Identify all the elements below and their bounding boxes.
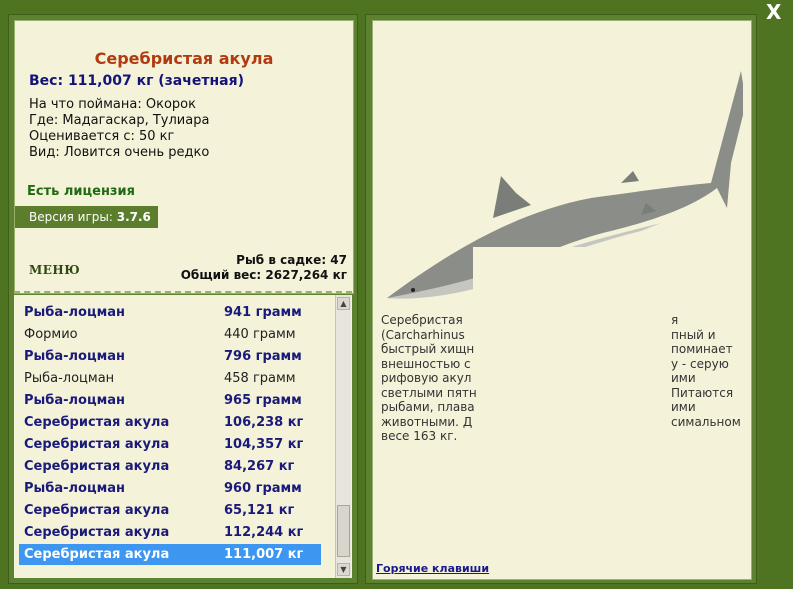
list-item[interactable]: Рыба-лоцман 965 грамм	[19, 390, 321, 411]
fish-title: Серебристая акула	[94, 49, 274, 68]
description-line-right: ими	[671, 371, 696, 385]
description-line: светлыми пятн	[381, 385, 477, 400]
shark-image	[387, 71, 743, 303]
fish-value: Оценивается с: 50 кг	[29, 129, 175, 144]
fish-description-panel: Серебристая (Carcharhinus быстрый хищн внеш…	[365, 14, 757, 584]
list-item-weight: 106,238 кг	[224, 415, 304, 430]
description-line: животными. Д	[381, 414, 473, 429]
list-item-weight: 104,357 кг	[224, 437, 304, 452]
list-item-name: Рыба-лоцман	[24, 481, 125, 496]
catch-stats: Рыб в садке: 47 Общий вес: 2627,264 кг	[181, 253, 347, 283]
catch-list-panel: Рыба-лоцман 941 грамм Формио 440 грамм Рыба-…	[14, 295, 352, 578]
description-line: весе 163 кг.	[381, 429, 458, 443]
list-item[interactable]: Формио 440 грамм	[19, 324, 321, 345]
description-line-right: поминает	[671, 342, 733, 356]
list-item-name: Серебристая акула	[24, 503, 170, 518]
fish-count: Рыб в садке: 47	[236, 253, 347, 267]
scroll-up-icon[interactable]: ▲	[337, 297, 350, 310]
fish-rarity: Вид: Ловится очень редко	[29, 145, 210, 160]
version-label: Версия игры:	[29, 210, 113, 224]
scroll-thumb[interactable]	[337, 505, 350, 557]
list-item-name: Серебристая акула	[24, 437, 170, 452]
description-line: Серебристая	[381, 313, 463, 327]
list-item-weight: 111,007 кг	[224, 547, 304, 562]
description-area: Серебристая (Carcharhinus быстрый хищн внеш…	[372, 20, 752, 580]
list-item-weight: 796 грамм	[224, 349, 302, 364]
list-item[interactable]: Серебристая акула 104,357 кг	[19, 434, 321, 455]
list-item-name: Серебристая акула	[24, 459, 170, 474]
divider	[14, 291, 352, 293]
description-line-right: ими	[671, 400, 696, 414]
description-line: (Carcharhinus	[381, 327, 465, 342]
list-item[interactable]: Рыба-лоцман 941 грамм	[19, 302, 321, 323]
fish-location: Где: Мадагаскар, Тулиара	[29, 113, 210, 128]
list-item-weight: 440 грамм	[224, 327, 296, 342]
description-line: быстрый хищн	[381, 342, 475, 356]
fish-info-panel: Серебристая акула Вес: 111,007 кг (зачет…	[8, 14, 358, 584]
catch-list: Рыба-лоцман 941 грамм Формио 440 грамм Рыба-…	[14, 295, 336, 578]
list-item-weight: 960 грамм	[224, 481, 302, 496]
hotkeys-link[interactable]: Горячие клавиши	[376, 562, 489, 575]
list-item[interactable]: Рыба-лоцман 960 грамм	[19, 478, 321, 499]
description-line: рыбами, плава	[381, 400, 475, 414]
list-item-name: Формио	[24, 327, 78, 342]
description-line: внешностью с	[381, 356, 471, 371]
list-item-selected[interactable]: Серебристая акула 111,007 кг	[19, 544, 321, 565]
close-icon[interactable]: X	[766, 0, 781, 24]
list-item[interactable]: Рыба-лоцман 458 грамм	[19, 368, 321, 389]
list-item[interactable]: Серебристая акула 112,244 кг	[19, 522, 321, 543]
list-item-weight: 112,244 кг	[224, 525, 304, 540]
description-line-right: я	[671, 313, 679, 327]
menu-button[interactable]: МЕНЮ	[29, 263, 80, 277]
list-item-name: Рыба-лоцман	[24, 349, 125, 364]
list-item[interactable]: Рыба-лоцман 796 грамм	[19, 346, 321, 367]
description-line: рифовую акул	[381, 371, 472, 385]
list-item-weight: 65,121 кг	[224, 503, 295, 518]
license-status: Есть лицензия	[27, 184, 135, 199]
list-item[interactable]: Серебристая акула 84,267 кг	[19, 456, 321, 477]
description-line-right: у - серую	[671, 356, 729, 371]
description-line-right: пный и	[671, 327, 716, 342]
list-item-name: Серебристая акула	[24, 415, 170, 430]
description-line-right: Питаются	[671, 385, 734, 400]
list-item-name: Рыба-лоцман	[24, 393, 125, 408]
scroll-down-icon[interactable]: ▼	[337, 563, 350, 576]
list-item-name: Серебристая акула	[24, 525, 170, 540]
game-version: Версия игры: 3.7.6	[15, 206, 158, 228]
fish-weight: Вес: 111,007 кг (зачетная)	[29, 73, 244, 89]
list-item-weight: 941 грамм	[224, 305, 302, 320]
list-item-name: Рыба-лоцман	[24, 305, 125, 320]
list-item[interactable]: Серебристая акула 106,238 кг	[19, 412, 321, 433]
list-item-weight: 965 грамм	[224, 393, 302, 408]
list-item-weight: 84,267 кг	[224, 459, 295, 474]
version-value: 3.7.6	[116, 210, 151, 224]
list-scrollbar[interactable]: ▲ ▼	[335, 295, 351, 578]
list-item[interactable]: Серебристая акула 65,121 кг	[19, 500, 321, 521]
fish-details: Серебристая акула Вес: 111,007 кг (зачет…	[14, 20, 354, 294]
fish-bait: На что поймана: Окорок	[29, 97, 196, 112]
total-weight: Общий вес: 2627,264 кг	[180, 268, 347, 282]
list-item-name: Серебристая акула	[24, 547, 170, 562]
list-item-weight: 458 грамм	[224, 371, 296, 386]
description-line-right: симальном	[671, 414, 741, 429]
list-item-name: Рыба-лоцман	[24, 371, 115, 386]
